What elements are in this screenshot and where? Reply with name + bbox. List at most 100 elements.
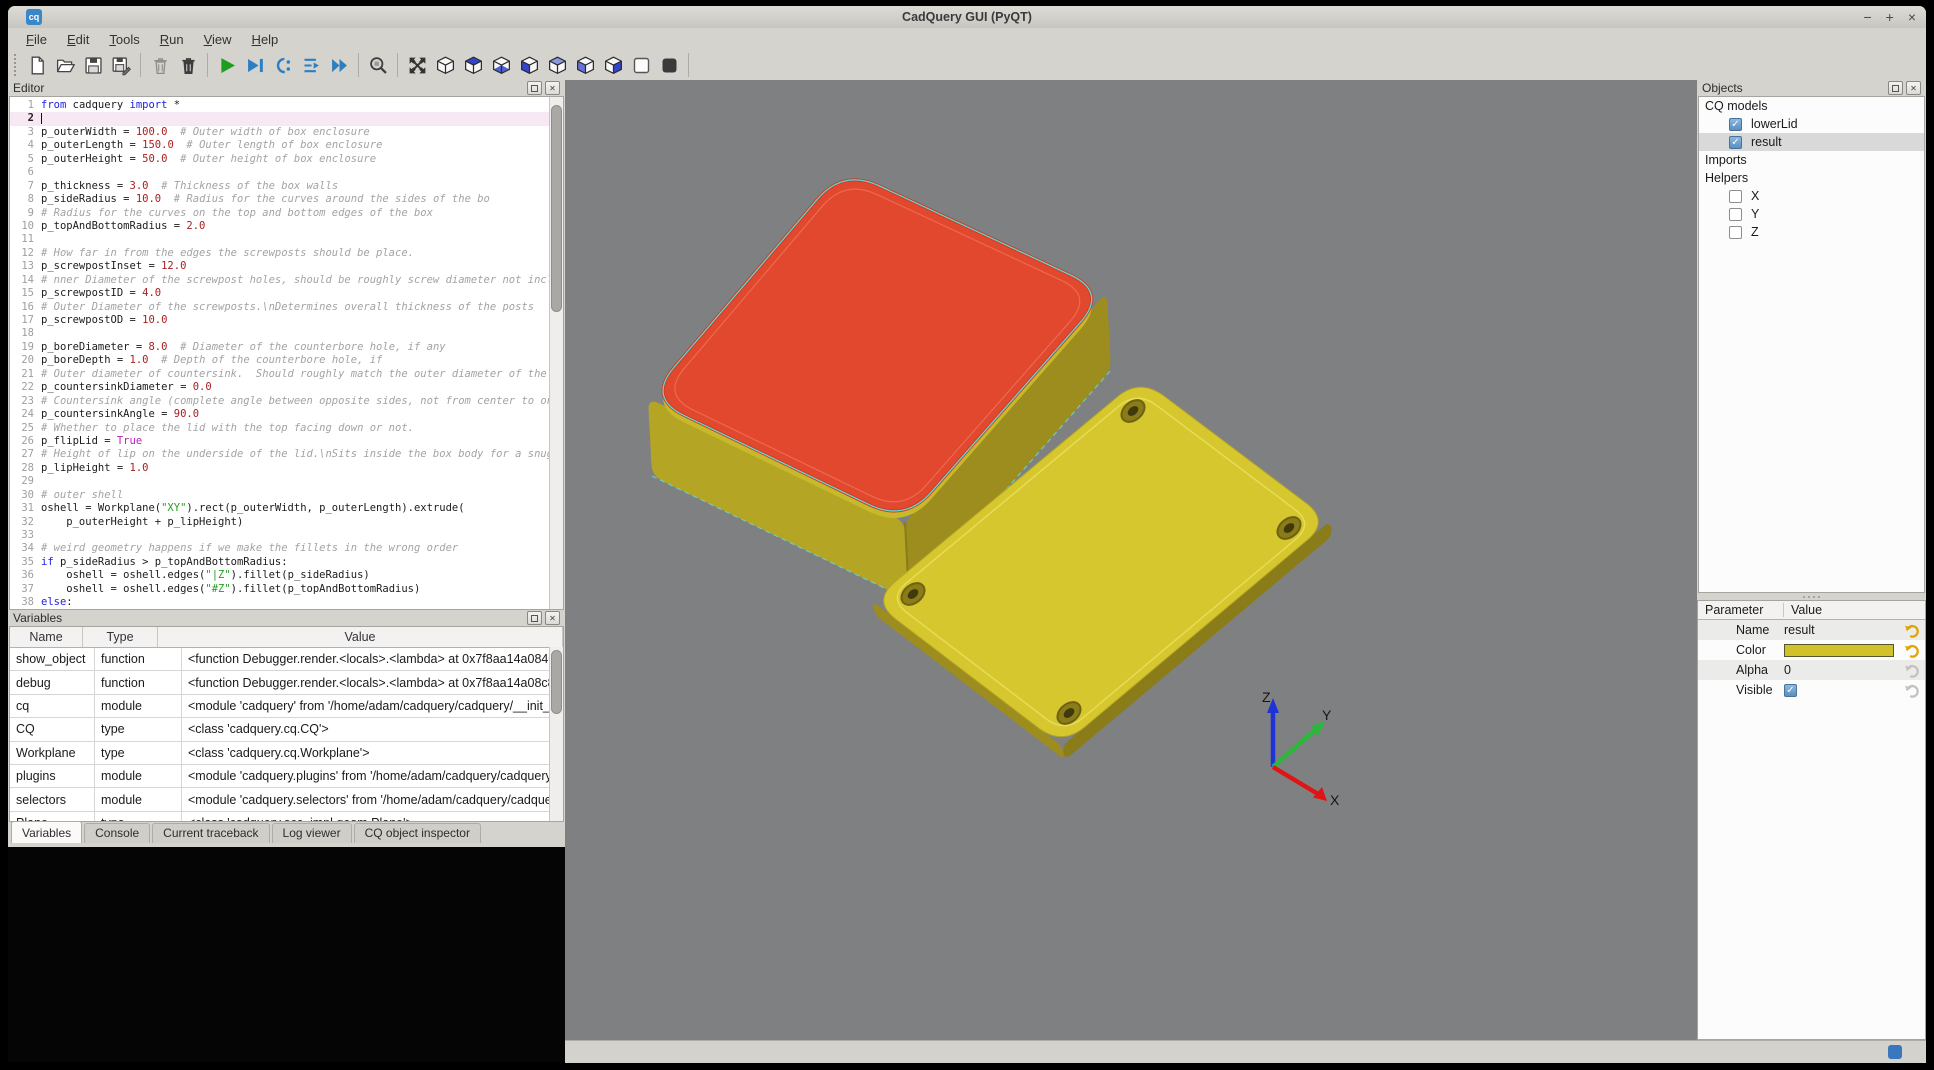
parameter-value[interactable]: 0 (1784, 663, 1904, 677)
menu-file[interactable]: File (16, 30, 57, 49)
toolbar-drag-handle[interactable] (14, 54, 16, 76)
variable-row[interactable]: CQtype<class 'cadquery.cq.CQ'> (10, 718, 563, 741)
variable-row[interactable]: selectorsmodule<module 'cadquery.selecto… (10, 788, 563, 811)
tree-item-z[interactable]: Z (1699, 223, 1924, 241)
checked-checkbox[interactable]: ✓ (1729, 118, 1742, 131)
unchecked-checkbox[interactable] (1729, 208, 1742, 221)
parameter-value[interactable]: ✓ (1784, 684, 1904, 697)
inspect-button[interactable] (365, 52, 391, 78)
close-panel-icon[interactable]: ✕ (1906, 81, 1921, 95)
shaded-view-button[interactable] (656, 52, 682, 78)
menu-view[interactable]: View (194, 30, 242, 49)
checked-checkbox[interactable]: ✓ (1729, 136, 1742, 149)
unchecked-checkbox[interactable] (1729, 226, 1742, 239)
tab-cq-object-inspector[interactable]: CQ object inspector (354, 823, 481, 843)
close-panel-icon[interactable]: ✕ (545, 81, 560, 95)
variable-type: module (95, 695, 182, 717)
code-line: 19p_boreDiameter = 8.0 # Diameter of the… (10, 341, 550, 354)
variables-scrollbar[interactable] (549, 647, 563, 821)
view-front-button[interactable] (516, 52, 542, 78)
line-number: 38 (10, 596, 41, 609)
save-button[interactable] (80, 52, 106, 78)
3d-viewport[interactable]: ZYX (565, 80, 1697, 1040)
tree-item-imports[interactable]: Imports (1699, 151, 1924, 169)
variable-type: type (95, 812, 182, 822)
undo-icon[interactable] (1904, 662, 1922, 678)
tree-item-y[interactable]: Y (1699, 205, 1924, 223)
wireframe-view-button[interactable] (628, 52, 654, 78)
menu-help[interactable]: Help (242, 30, 289, 49)
tree-item-label: Z (1751, 225, 1759, 239)
undo-icon[interactable] (1904, 642, 1922, 658)
save-as-button[interactable] (108, 52, 134, 78)
checked-checkbox[interactable]: ✓ (1784, 684, 1797, 697)
app-window: cq CadQuery GUI (PyQT) − + × FileEditToo… (8, 6, 1926, 1062)
variable-row[interactable]: cqmodule<module 'cadquery' from '/home/a… (10, 695, 563, 718)
panel-splitter-handle[interactable] (1697, 593, 1926, 600)
view-iso-icon (435, 55, 456, 76)
parameter-row-alpha: Alpha0 (1698, 660, 1925, 680)
sizegrip-icon[interactable] (1888, 1045, 1902, 1059)
continue-button[interactable] (326, 52, 352, 78)
variable-row[interactable]: Planetype<class 'cadquery.occ_impl.geom.… (10, 812, 563, 822)
tree-item-lowerlid[interactable]: ✓lowerLid (1699, 115, 1924, 133)
close-button[interactable]: × (1908, 6, 1916, 28)
view-right-button[interactable] (600, 52, 626, 78)
float-panel-icon[interactable] (1888, 81, 1903, 95)
view-bottom-button[interactable] (488, 52, 514, 78)
line-number: 2 (10, 112, 41, 125)
undo-icon[interactable] (1904, 682, 1922, 698)
code-editor[interactable]: 1from cadquery import *23p_outerWidth = … (9, 96, 564, 610)
inspect-icon (368, 55, 389, 76)
undo-icon[interactable] (1904, 622, 1922, 638)
tab-variables[interactable]: Variables (11, 821, 82, 843)
menu-tools[interactable]: Tools (99, 30, 149, 49)
tree-item-x[interactable]: X (1699, 187, 1924, 205)
tree-item-cq-models[interactable]: CQ models (1699, 97, 1924, 115)
value-column-header: Value (1784, 603, 1822, 617)
code-line: 12# How far in from the edges the screwp… (10, 247, 550, 260)
float-panel-icon[interactable] (527, 81, 542, 95)
tab-log-viewer[interactable]: Log viewer (272, 823, 352, 843)
code-line: 11 (10, 233, 550, 246)
close-panel-icon[interactable]: ✕ (545, 611, 560, 625)
editor-scrollbar[interactable] (549, 97, 563, 609)
parameter-value[interactable] (1784, 644, 1904, 657)
step-next-button[interactable] (298, 52, 324, 78)
tab-console[interactable]: Console (84, 823, 150, 843)
delete-object-button[interactable] (147, 52, 173, 78)
view-left-button[interactable] (572, 52, 598, 78)
tab-current-traceback[interactable]: Current traceback (152, 823, 269, 843)
view-back-button[interactable] (544, 52, 570, 78)
view-top-button[interactable] (460, 52, 486, 78)
view-iso-button[interactable] (432, 52, 458, 78)
code-line: 16# Outer Diameter of the screwposts.\nD… (10, 301, 550, 314)
toolbar (8, 50, 1926, 81)
menu-edit[interactable]: Edit (57, 30, 99, 49)
tree-item-helpers[interactable]: Helpers (1699, 169, 1924, 187)
step-button[interactable] (270, 52, 296, 78)
variables-scrollbar-thumb[interactable] (551, 650, 562, 714)
tree-item-result[interactable]: ✓result (1699, 133, 1924, 151)
fit-all-button[interactable] (404, 52, 430, 78)
editor-scrollbar-thumb[interactable] (551, 105, 562, 312)
variable-row[interactable]: Workplanetype<class 'cadquery.cq.Workpla… (10, 742, 563, 765)
code-line: 14# nner Diameter of the screwpost holes… (10, 274, 550, 287)
parameter-label: Name (1698, 623, 1784, 637)
open-file-button[interactable] (52, 52, 78, 78)
variable-row[interactable]: show_objectfunction<function Debugger.re… (10, 648, 563, 671)
variable-row[interactable]: debugfunction<function Debugger.render.<… (10, 671, 563, 694)
delete-all-button[interactable] (175, 52, 201, 78)
color-swatch[interactable] (1784, 644, 1894, 657)
float-panel-icon[interactable] (527, 611, 542, 625)
variable-row[interactable]: pluginsmodule<module 'cadquery.plugins' … (10, 765, 563, 788)
new-file-button[interactable] (24, 52, 50, 78)
menu-run[interactable]: Run (150, 30, 194, 49)
debug-button[interactable] (242, 52, 268, 78)
parameter-value[interactable]: result (1784, 623, 1904, 637)
unchecked-checkbox[interactable] (1729, 190, 1742, 203)
render-button[interactable] (214, 52, 240, 78)
maximize-button[interactable]: + (1886, 6, 1894, 28)
title-bar[interactable]: cq CadQuery GUI (PyQT) − + × (8, 6, 1926, 28)
minimize-button[interactable]: − (1863, 6, 1871, 28)
